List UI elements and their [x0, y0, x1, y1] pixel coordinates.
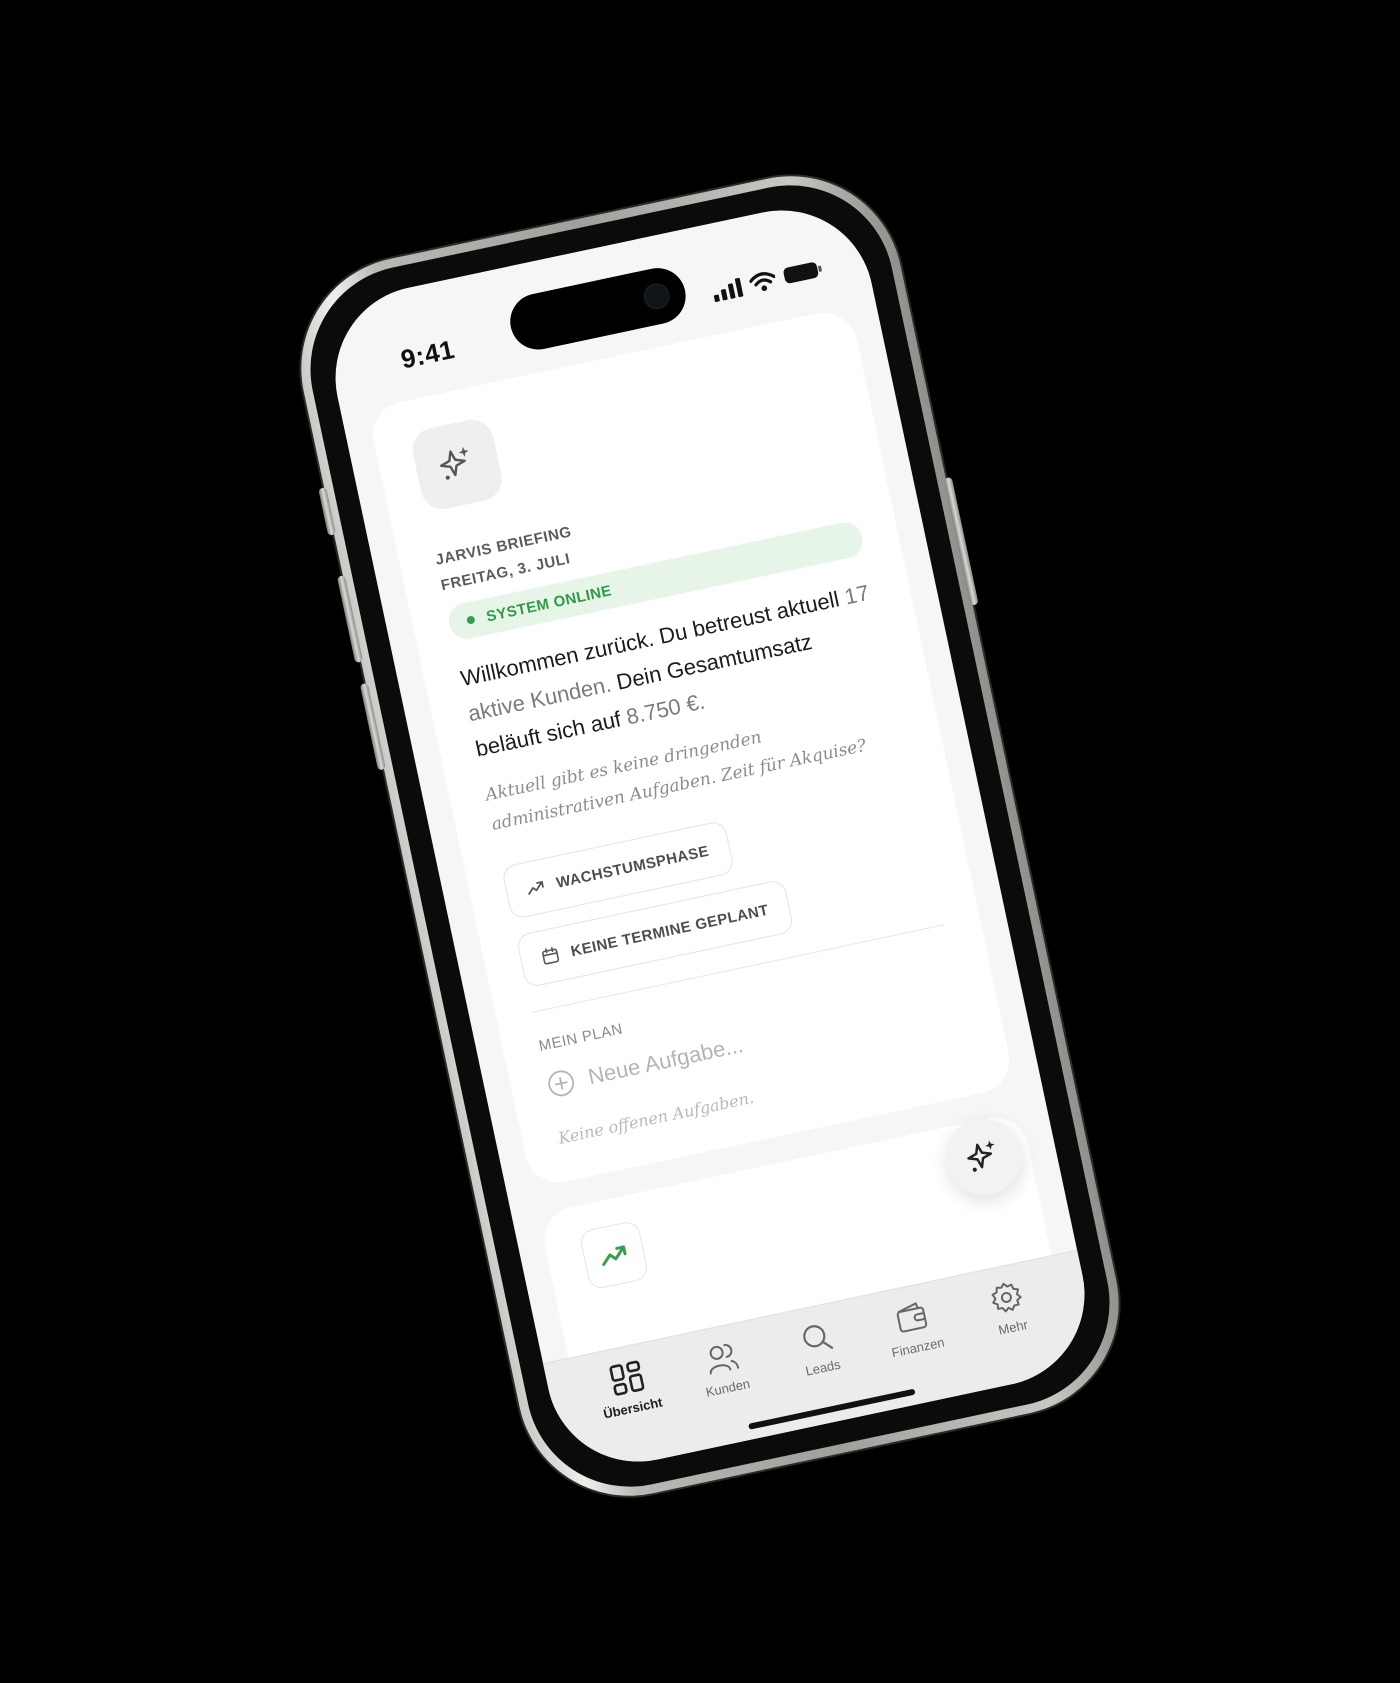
- tab-overview[interactable]: Übersicht: [579, 1352, 688, 1471]
- users-icon: [709, 1344, 739, 1375]
- tab-clients[interactable]: Kunden: [674, 1332, 783, 1451]
- camera: [641, 280, 673, 312]
- growth-tile: [578, 1219, 650, 1291]
- dynamic-island: [505, 262, 691, 355]
- new-task-placeholder: Neue Aufgabe...: [585, 1032, 746, 1090]
- main-content: JARVIS BRIEFING FREITAG, 3. JULI SYSTEM …: [366, 306, 1052, 1358]
- sparkle-icon: [439, 446, 469, 480]
- action-button: [318, 487, 337, 536]
- tab-leads-label: Leads: [804, 1356, 842, 1379]
- status-badge-label: SYSTEM ONLINE: [484, 581, 614, 625]
- calendar-icon: [542, 947, 560, 965]
- tab-overview-label: Übersicht: [601, 1394, 664, 1422]
- briefing-card: JARVIS BRIEFING FREITAG, 3. JULI SYSTEM …: [366, 306, 1016, 1189]
- tab-clients-label: Kunden: [704, 1375, 752, 1400]
- sparkle-tile: [408, 415, 506, 514]
- wallet-icon: [896, 1302, 928, 1333]
- bezel: 9:41 JARVIS BRIEFING FREITAG, 3. JULI SY…: [291, 166, 1129, 1506]
- status-icons: [710, 255, 820, 303]
- chip-growth-phase-label: WACHSTUMSPHASE: [554, 842, 711, 892]
- status-time: 9:41: [398, 333, 458, 375]
- tab-more[interactable]: Mehr: [959, 1271, 1068, 1390]
- tab-more-label: Mehr: [997, 1316, 1030, 1338]
- gear-icon: [991, 1282, 1022, 1313]
- sparkle-icon: [967, 1140, 995, 1172]
- plus-circle-icon: [548, 1070, 575, 1097]
- tab-finances-label: Finanzen: [890, 1334, 946, 1361]
- chip-no-appointments-label: KEINE TERMINE GEPLANT: [569, 901, 771, 960]
- revenue-total: 8.750 €.: [623, 688, 707, 730]
- status-dot: [466, 615, 476, 625]
- wifi-icon: [748, 272, 776, 292]
- trending-up-icon: [602, 1245, 627, 1266]
- grid-icon: [609, 1360, 644, 1396]
- battery-icon: [782, 261, 820, 285]
- screen: 9:41 JARVIS BRIEFING FREITAG, 3. JULI SY…: [318, 193, 1102, 1479]
- tab-finances[interactable]: Finanzen: [864, 1292, 973, 1411]
- phone-device: 9:41 JARVIS BRIEFING FREITAG, 3. JULI SY…: [280, 155, 1140, 1517]
- trending-up-icon: [528, 881, 544, 895]
- signal-icon: [711, 275, 744, 303]
- search-icon: [803, 1325, 834, 1349]
